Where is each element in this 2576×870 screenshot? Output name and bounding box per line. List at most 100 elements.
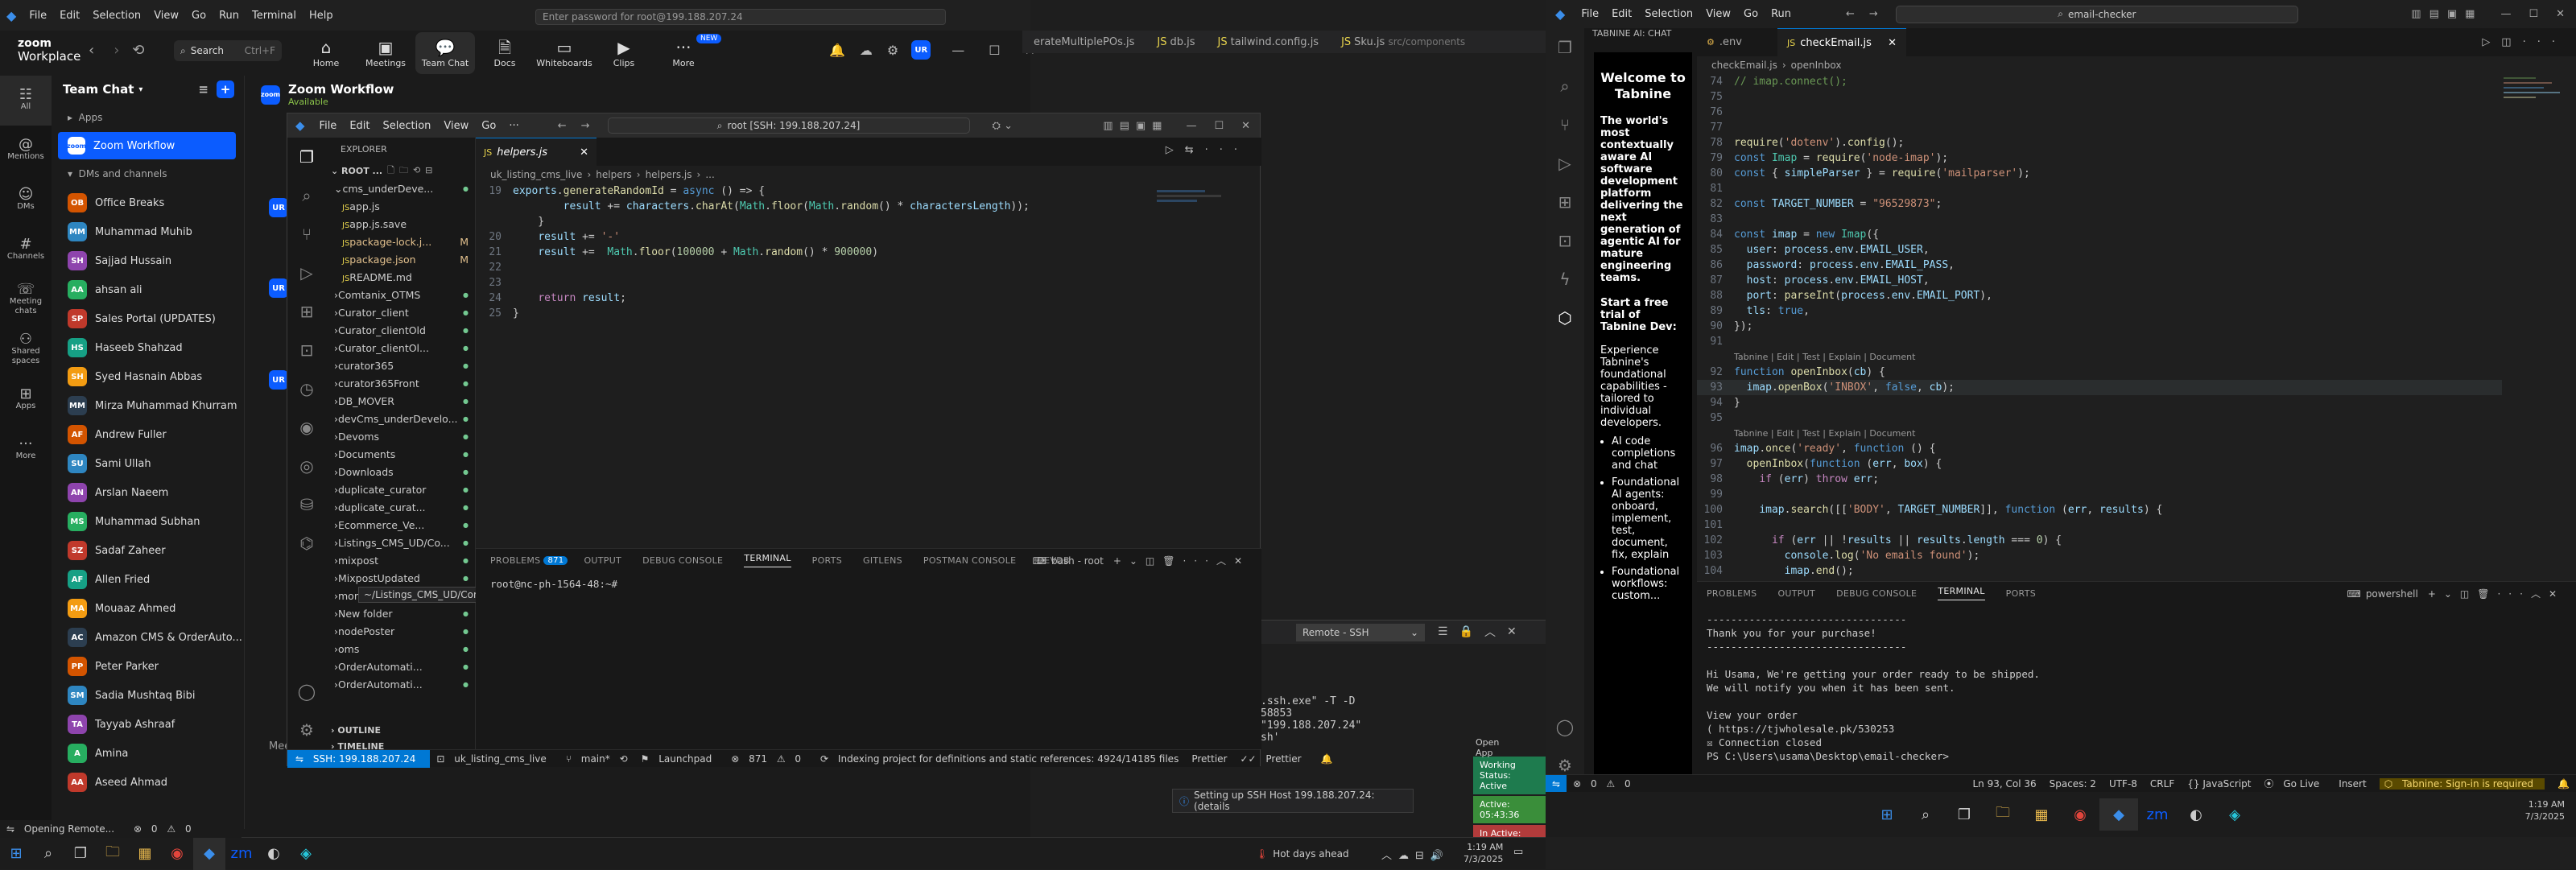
- nav-clips[interactable]: ▶ Clips: [594, 32, 654, 74]
- codelens[interactable]: Tabnine | Edit | Test | Explain | Docume…: [1697, 349, 2502, 365]
- encoding-status[interactable]: UTF-8: [2109, 778, 2137, 790]
- windows-start-icon[interactable]: ⊞: [1868, 798, 1906, 831]
- indent-status[interactable]: Spaces: 2: [2050, 778, 2096, 790]
- contact-item[interactable]: AA Aseed Ahmad: [52, 768, 244, 797]
- remote-ssh-select[interactable]: Remote - SSH ⌄: [1296, 624, 1425, 641]
- workspace-root[interactable]: ⌄ ROOT ... 🗋🗀⟲⊟: [326, 162, 475, 179]
- rail-shared-spaces[interactable]: ⚇ Shared spaces: [0, 325, 52, 375]
- folder-item[interactable]: › duplicate_curat... ●: [326, 498, 475, 516]
- app2-taskbar-icon[interactable]: ◈: [2215, 798, 2254, 831]
- command-center-search[interactable]: ⌕ email-checker: [1895, 5, 2298, 23]
- folder-item[interactable]: › Curator_clientOl... ●: [326, 339, 475, 357]
- folder-item[interactable]: › DB_MOVER ●: [326, 392, 475, 410]
- contact-item[interactable]: SP Sales Portal (UPDATES): [52, 304, 244, 333]
- close-icon[interactable]: ✕: [1241, 120, 1250, 132]
- rail-apps[interactable]: ⊞ Apps: [0, 375, 52, 425]
- tabnine-status[interactable]: ⬡ Tabnine: Sign-in is required: [2379, 777, 2545, 790]
- folder-item[interactable]: › duplicate_curator ●: [326, 480, 475, 498]
- close-icon[interactable]: ✕: [580, 146, 588, 159]
- nav-whiteboards[interactable]: ▭ Whiteboards: [535, 32, 594, 74]
- timeline-icon[interactable]: ◷: [287, 369, 326, 408]
- nav-home[interactable]: ⌂ Home: [296, 32, 356, 74]
- menu-item[interactable]: Run: [213, 10, 246, 22]
- zoom-taskbar-icon[interactable]: zm: [2138, 798, 2177, 831]
- file-item[interactable]: JS README.md: [326, 268, 475, 286]
- remote-explorer-icon[interactable]: ⊡: [287, 331, 326, 369]
- account-icon[interactable]: ◯: [287, 672, 326, 711]
- weather-widget[interactable]: 🌡 Hot days ahead: [1256, 838, 1349, 870]
- outline-section[interactable]: › OUTLINE: [326, 725, 475, 741]
- panel-tab-problems[interactable]: PROBLEMS: [490, 555, 540, 566]
- insert-mode-status[interactable]: Insert: [2339, 778, 2366, 790]
- extensions-icon[interactable]: ⊞: [1546, 183, 1584, 221]
- gitlens-icon[interactable]: ◉: [287, 408, 326, 447]
- nav-docs[interactable]: 🗎 Docs: [475, 32, 535, 74]
- menu-item[interactable]: Terminal: [246, 10, 303, 22]
- search-icon[interactable]: ⌕: [32, 838, 64, 870]
- launchpad-status[interactable]: ⚑ Launchpad: [641, 753, 719, 765]
- filter-icon[interactable]: ≡: [198, 82, 208, 97]
- contact-item[interactable]: SH Sajjad Hussain: [52, 246, 244, 275]
- layout-icons[interactable]: ▥▤▣▦: [2411, 8, 2483, 20]
- panel-tab-ports[interactable]: PORTS: [2006, 588, 2036, 599]
- menu-item[interactable]: Selection: [1638, 8, 1699, 20]
- search-icon[interactable]: ⌕: [1906, 798, 1945, 831]
- menu-item[interactable]: View: [147, 10, 185, 22]
- app-taskbar-icon[interactable]: ◐: [2177, 798, 2215, 831]
- database-icon[interactable]: ⛁: [287, 485, 326, 524]
- dms-section-header[interactable]: ▾ DMs and channels: [52, 159, 244, 188]
- command-center-search[interactable]: ⌕ root [SSH: 199.188.207.24]: [607, 118, 970, 134]
- menu-item[interactable]: File: [23, 10, 53, 22]
- file-item[interactable]: JS package-lock.j... M: [326, 233, 475, 250]
- password-prompt-input[interactable]: Enter password for root@199.188.207.24: [535, 9, 946, 25]
- ssh-setup-notification[interactable]: ⓘ Setting up SSH Host 199.188.207.24: (de…: [1172, 789, 1414, 813]
- folder-item[interactable]: › Curator_client ●: [326, 303, 475, 321]
- postman-icon[interactable]: ◎: [287, 447, 326, 485]
- apps-section-header[interactable]: ▸ Apps: [52, 103, 244, 132]
- breadcrumb-item[interactable]: openInbox: [1791, 60, 1842, 71]
- cursor-position[interactable]: Ln 93, Col 36: [1972, 778, 2036, 790]
- menu-item[interactable]: Edit: [53, 10, 86, 22]
- code-editor[interactable]: 74// imap.connect(); 75 76 77 78 require('dot…: [1697, 74, 2502, 581]
- contact-item[interactable]: SU Sami Ullah: [52, 449, 244, 478]
- zoom-taskbar-icon[interactable]: zm: [225, 838, 258, 870]
- clock[interactable]: 1:19 AM 7/3/2025: [1463, 841, 1503, 865]
- branch-status[interactable]: ⑂ main* ⟲: [566, 753, 628, 765]
- folder-item[interactable]: › Downloads ●: [326, 463, 475, 480]
- system-tray[interactable]: ︿☁⊟🔊: [1381, 838, 1450, 870]
- breadcrumb-item[interactable]: helpers.js: [646, 169, 692, 180]
- eol-status[interactable]: CRLF: [2150, 778, 2174, 790]
- panel-tab-gitlens[interactable]: GITLENS: [863, 555, 902, 566]
- menu-item[interactable]: Run: [1765, 8, 1798, 20]
- folder-item[interactable]: › New folder ●: [326, 604, 475, 622]
- panel-tab-postman-console[interactable]: POSTMAN CONSOLE: [923, 555, 1017, 566]
- remote-indicator[interactable]: ⇋: [1546, 774, 1567, 793]
- menu-item[interactable]: Selection: [86, 10, 147, 22]
- folder-item[interactable]: › Curator_clientOld ●: [326, 321, 475, 339]
- minimize-icon[interactable]: —: [2500, 8, 2511, 20]
- editor-actions[interactable]: ▷◫···: [2482, 36, 2566, 48]
- contact-item[interactable]: TA Tayyab Ashraaf: [52, 710, 244, 739]
- menu-selection[interactable]: Selection: [377, 120, 438, 132]
- chrome-icon[interactable]: ◉: [2061, 798, 2099, 831]
- problems-status[interactable]: ⊗ 0 ⚠ 0: [1573, 778, 1637, 790]
- forward-arrow-icon[interactable]: →: [1869, 8, 1878, 20]
- windows-start-icon[interactable]: ⊞: [0, 838, 32, 870]
- file-item[interactable]: JS app.js.save: [326, 215, 475, 233]
- rail-channels[interactable]: # Channels: [0, 225, 52, 275]
- prettier-status[interactable]: Prettier: [1191, 753, 1227, 765]
- minimize-icon[interactable]: —: [1186, 120, 1196, 132]
- cloud-icon[interactable]: ☁: [860, 43, 873, 58]
- rail-mentions[interactable]: @ Mentions: [0, 126, 52, 175]
- layout-icons[interactable]: ▥▤▣▦: [1103, 120, 1168, 132]
- new-chat-plus-icon[interactable]: +: [217, 80, 234, 98]
- breadcrumb-item[interactable]: helpers: [596, 169, 632, 180]
- chevron-up-icon[interactable]: ︿: [1484, 624, 1496, 640]
- folder-status[interactable]: ⊡ uk_listing_cms_live: [436, 753, 552, 765]
- rail-dms[interactable]: ☺ DMs: [0, 175, 52, 225]
- vscode-taskbar-icon[interactable]: ◆: [193, 837, 225, 870]
- close-icon[interactable]: ✕: [2556, 8, 2565, 20]
- tab-checkemail-js[interactable]: JS checkEmail.js ✕: [1777, 28, 1906, 56]
- run-debug-icon[interactable]: ▷: [1546, 144, 1584, 183]
- contact-item[interactable]: MS Muhammad Subhan: [52, 507, 244, 536]
